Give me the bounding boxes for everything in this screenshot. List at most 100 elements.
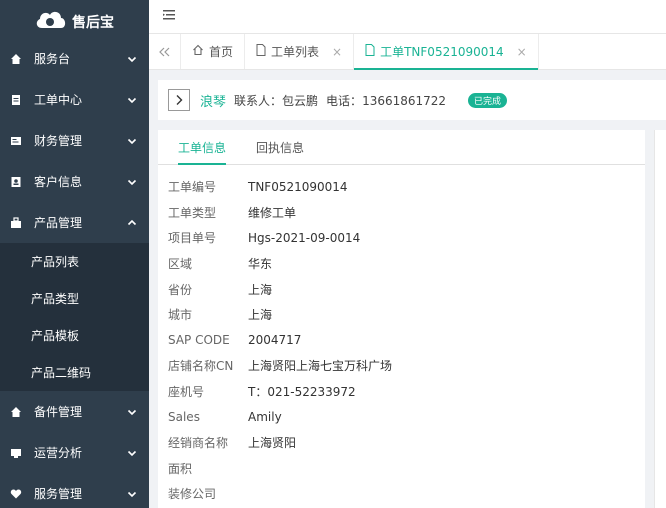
customer-info-bar: 浪琴 联系人：包云鹏 电话：13661861722 已完成	[158, 80, 666, 120]
field-value: T：021-52233972	[248, 385, 356, 400]
field-label: SAP CODE	[168, 333, 230, 348]
sidebar-item-operations-analysis[interactable]: 运营分析	[0, 432, 149, 473]
chevron-down-icon	[127, 95, 137, 105]
field-value: 维修工单	[248, 205, 297, 220]
chevron-down-icon	[127, 489, 137, 499]
field-value: 华东	[248, 257, 273, 272]
field-value: 上海	[248, 282, 273, 297]
logo-text: 售后宝	[72, 15, 114, 31]
product-submenu: 产品列表 产品类型 产品模板 产品二维码	[0, 243, 149, 391]
field-label: Sales	[168, 410, 200, 425]
document-icon	[10, 94, 22, 106]
submenu-item-product-type[interactable]: 产品类型	[0, 280, 149, 317]
finance-icon	[10, 135, 22, 147]
field-row: 面积	[158, 456, 645, 482]
sidebar: 售后宝 服务台 工单中心 财务管理 客户信息 产品管理 产品列表 产品类型 产品…	[0, 0, 149, 508]
tab-label: 工单TNF0521090014	[380, 45, 504, 59]
tab-label: 首页	[209, 45, 234, 59]
sidebar-item-label: 运营分析	[34, 446, 83, 460]
phone-info: 电话：13661861722	[326, 92, 446, 109]
customer-icon	[10, 176, 22, 188]
field-label: 省份	[168, 282, 193, 297]
sidebar-item-service-desk[interactable]: 服务台	[0, 38, 149, 79]
app-logo[interactable]: 售后宝	[0, 0, 149, 38]
detail-subtabs: 工单信息 回执信息	[158, 130, 645, 165]
field-row: 装修公司	[158, 481, 645, 507]
sidebar-item-label: 财务管理	[34, 134, 83, 148]
chevron-down-icon	[127, 54, 137, 64]
field-label: 经销商名称	[168, 436, 229, 451]
field-row: 项目单号 Hgs-2021-09-0014	[158, 225, 645, 251]
work-order-panel: 工单信息 回执信息 工单编号 TNF0521090014 工单类型 维修工单项目单号 H…	[158, 130, 645, 508]
field-label: 区域	[168, 257, 193, 272]
expand-button[interactable]	[168, 89, 190, 111]
close-icon[interactable]: ×	[517, 45, 527, 59]
field-label: 项目单号	[168, 231, 217, 246]
chevron-down-icon	[127, 407, 137, 417]
file-icon	[256, 44, 266, 59]
sidebar-item-label: 产品管理	[34, 216, 83, 230]
tab-home[interactable]: 首页	[181, 34, 246, 69]
home-icon	[10, 406, 22, 418]
field-label: 装修公司	[168, 487, 217, 502]
status-badge: 已完成	[468, 92, 508, 108]
sidebar-item-label: 工单中心	[34, 93, 83, 107]
page-tabs: 首页 工单列表 × 工单TNF0521090014 ×	[149, 34, 666, 70]
phone-value: 13661861722	[362, 93, 447, 108]
field-row: 经销商名称 上海贤阳	[158, 430, 645, 456]
home-icon	[10, 53, 22, 65]
sidebar-item-finance[interactable]: 财务管理	[0, 120, 149, 161]
tab-receipt-info[interactable]: 回执信息	[246, 130, 314, 164]
sidebar-item-service-management[interactable]: 服务管理	[0, 473, 149, 508]
field-label: 工单编号	[168, 180, 217, 195]
field-label: 面积	[168, 461, 193, 476]
sidebar-item-spare-parts[interactable]: 备件管理	[0, 391, 149, 432]
submenu-item-product-list[interactable]: 产品列表	[0, 243, 149, 280]
customer-name-link[interactable]: 浪琴	[200, 91, 226, 110]
field-row: 区域 华东	[158, 251, 645, 277]
tabs-scroll-left-button[interactable]	[149, 34, 181, 69]
sidebar-item-label: 客户信息	[34, 175, 83, 189]
field-row: SAP CODE 2004717	[158, 328, 645, 354]
chevron-down-icon	[127, 136, 137, 146]
tab-label: 工单列表	[271, 45, 320, 59]
file-icon	[365, 44, 375, 59]
field-row: 店铺名称CN 上海贤阳上海七宝万科广场	[158, 353, 645, 379]
field-row: Sales Amily	[158, 404, 645, 430]
menu-toggle-icon[interactable]	[163, 9, 177, 24]
field-value: 上海	[248, 308, 273, 323]
field-label: 城市	[168, 308, 193, 323]
field-row: 省份 上海	[158, 276, 645, 302]
contact-label: 联系人：	[234, 93, 283, 108]
field-label: 店铺名称CN	[168, 359, 234, 374]
field-list: 工单编号 TNF0521090014 工单类型 维修工单项目单号 Hgs-2021-09…	[158, 165, 645, 507]
home-outline-icon	[192, 44, 204, 59]
chevron-down-icon	[127, 177, 137, 187]
sidebar-item-label: 服务台	[34, 52, 71, 66]
field-value: Amily	[248, 410, 282, 425]
submenu-item-product-qrcode[interactable]: 产品二维码	[0, 354, 149, 391]
chart-icon	[10, 447, 22, 459]
submenu-item-product-template[interactable]: 产品模板	[0, 317, 149, 354]
sidebar-item-customer-info[interactable]: 客户信息	[0, 161, 149, 202]
sidebar-item-label: 服务管理	[34, 487, 83, 501]
sidebar-item-product-management[interactable]: 产品管理	[0, 202, 149, 243]
field-row: 城市 上海	[158, 302, 645, 328]
cloud-logo-icon	[34, 8, 68, 30]
top-bar	[149, 0, 666, 34]
tab-work-order-detail[interactable]: 工单TNF0521090014 ×	[354, 34, 539, 70]
product-icon	[10, 216, 22, 229]
close-icon[interactable]: ×	[332, 45, 342, 59]
side-panel-edge	[654, 130, 666, 508]
tab-work-order-info[interactable]: 工单信息	[168, 130, 236, 165]
chevron-up-icon	[127, 218, 137, 228]
field-value: 上海贤阳	[248, 436, 297, 451]
contact-info: 联系人：包云鹏	[234, 92, 318, 109]
field-value: TNF0521090014	[248, 179, 348, 194]
phone-label: 电话：	[326, 93, 363, 108]
sidebar-item-work-order-center[interactable]: 工单中心	[0, 79, 149, 120]
field-label: 工单类型	[168, 205, 217, 220]
chevron-down-icon	[127, 448, 137, 458]
tab-work-order-list[interactable]: 工单列表 ×	[245, 34, 355, 69]
field-label: 座机号	[168, 385, 205, 400]
